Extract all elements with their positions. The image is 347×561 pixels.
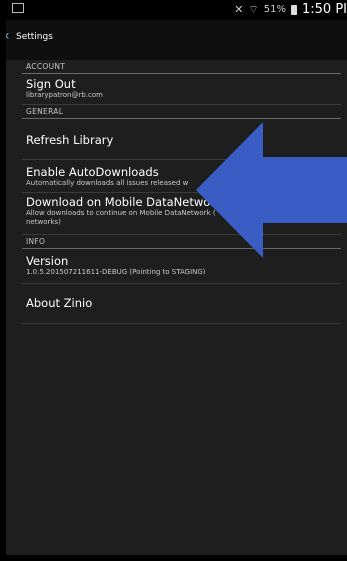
about-zinio-title: About Zinio bbox=[26, 296, 93, 310]
page-title: Settings bbox=[16, 32, 53, 42]
mobile-data-description-line1: Allow downloads to continue on Mobile Da… bbox=[26, 209, 216, 217]
app-window: ✕ ⌔ 51% 1:50 PI ‹ Settings ACCOUNT Sign … bbox=[6, 0, 347, 555]
section-header-general: GENERAL bbox=[22, 105, 341, 119]
status-time: 1:50 PI bbox=[302, 2, 347, 17]
battery-percent: 51% bbox=[263, 4, 286, 15]
screen-cast-icon bbox=[12, 3, 24, 13]
status-bar: ✕ ⌔ 51% 1:50 PI bbox=[6, 0, 347, 20]
account-email: librarypatron@rb.com bbox=[26, 91, 103, 99]
about-zinio-item[interactable]: About Zinio bbox=[22, 284, 341, 324]
section-header-account: ACCOUNT bbox=[22, 60, 341, 74]
sign-out-title: Sign Out bbox=[26, 77, 76, 91]
action-bar: ‹ Settings bbox=[6, 20, 347, 60]
status-indicators: ✕ ⌔ 51% 1:50 PI bbox=[234, 2, 347, 17]
chevron-left-icon[interactable]: ‹ bbox=[6, 28, 10, 44]
mute-icon: ✕ bbox=[234, 3, 244, 16]
sign-out-item[interactable]: Sign Out librarypatron@rb.com bbox=[22, 74, 341, 105]
wifi-icon: ⌔ bbox=[248, 2, 259, 16]
battery-icon bbox=[291, 4, 297, 15]
version-value: 1.0.5.201507211611-DEBUG (Pointing to ST… bbox=[26, 268, 206, 276]
left-arrow-icon bbox=[196, 122, 347, 258]
